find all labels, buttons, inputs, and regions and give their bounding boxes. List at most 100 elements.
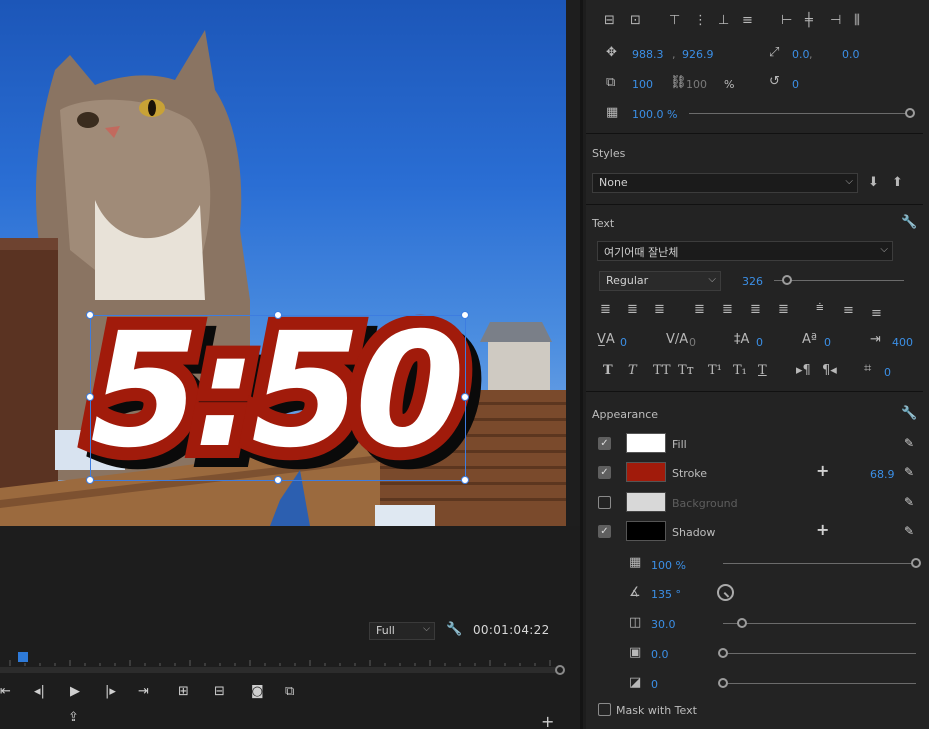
tab-width-value[interactable]: 400 xyxy=(892,336,913,349)
resize-handle-top-right[interactable] xyxy=(461,311,469,319)
align-to-video-icon[interactable]: ⊡ xyxy=(630,14,641,28)
anchor-y-value[interactable]: 0.0 xyxy=(842,48,860,61)
shadow-size-slider[interactable] xyxy=(723,653,916,654)
font-size-value[interactable]: 326 xyxy=(742,275,763,288)
push-style-up-icon[interactable]: ⬆ xyxy=(892,176,903,190)
playhead-timecode[interactable]: 00:01:04:22 xyxy=(473,623,550,637)
font-size-slider[interactable] xyxy=(774,280,904,281)
justify-all-icon[interactable]: ≣ xyxy=(778,303,789,317)
align-to-selection-icon[interactable]: ⊟ xyxy=(604,14,615,28)
align-text-center-icon[interactable]: ≣ xyxy=(627,303,638,317)
background-checkbox[interactable] xyxy=(598,496,611,509)
eyedropper-icon[interactable]: ✎ xyxy=(904,465,914,479)
anchor-x-value[interactable]: 0.0 xyxy=(792,48,810,61)
add-stroke-icon[interactable]: + xyxy=(816,461,829,480)
baseline-shift-value[interactable]: 0 xyxy=(824,336,831,349)
kerning-value[interactable]: 0 xyxy=(620,336,627,349)
faux-bold-icon[interactable]: T xyxy=(603,364,613,378)
font-select[interactable]: 여기어때 잘난체 ⌵ xyxy=(597,241,893,261)
fill-color-swatch[interactable] xyxy=(626,433,666,453)
resize-handle-right[interactable] xyxy=(461,393,469,401)
font-style-select[interactable]: Regular ⌵ xyxy=(599,271,721,291)
settings-wrench-icon[interactable]: 🔧 xyxy=(446,622,462,637)
ltr-text-icon[interactable]: ▸¶ xyxy=(796,364,811,378)
shadow-angle-dial[interactable] xyxy=(717,584,734,601)
shadow-opacity-knob[interactable] xyxy=(911,558,921,568)
stroke-color-swatch[interactable] xyxy=(626,462,666,482)
position-x-value[interactable]: 988.3 xyxy=(632,48,664,61)
position-y-value[interactable]: 926.9 xyxy=(682,48,714,61)
shadow-angle-value[interactable]: 135 ° xyxy=(651,588,681,601)
align-left-icon[interactable]: ⊢ xyxy=(781,14,792,28)
resize-handle-bottom-left[interactable] xyxy=(86,476,94,484)
camera-icon[interactable]: ◙ xyxy=(251,684,264,699)
scrub-end-handle[interactable] xyxy=(555,665,565,675)
step-back-icon[interactable]: ◂| xyxy=(34,684,45,699)
rotation-value[interactable]: 0 xyxy=(792,78,799,91)
eyedropper-icon[interactable]: ✎ xyxy=(904,524,914,538)
opacity-slider-knob[interactable] xyxy=(905,108,915,118)
wrench-icon[interactable]: 🔧 xyxy=(901,407,917,421)
time-ruler[interactable] xyxy=(0,654,566,666)
all-caps-icon[interactable]: TT xyxy=(653,364,671,378)
align-horizontal-center-icon[interactable]: ╪ xyxy=(805,14,813,28)
resize-handle-top-left[interactable] xyxy=(86,311,94,319)
shadow-blur-value[interactable]: 0 xyxy=(651,678,658,691)
shadow-distance-value[interactable]: 30.0 xyxy=(651,618,676,631)
video-frame[interactable]: 5:50 5:50 5:50 xyxy=(0,0,566,526)
scale-width-value[interactable]: 100 xyxy=(686,78,707,91)
small-caps-icon[interactable]: Tт xyxy=(678,364,694,378)
scrub-bar[interactable] xyxy=(0,667,556,673)
styles-select[interactable]: None ⌵ xyxy=(592,173,858,193)
align-text-top-icon[interactable]: ⩧ xyxy=(816,301,824,315)
tsume-value[interactable]: 0 xyxy=(884,366,891,379)
shadow-opacity-slider[interactable] xyxy=(723,563,916,564)
shadow-distance-slider[interactable] xyxy=(723,623,916,624)
resize-handle-bottom[interactable] xyxy=(274,476,282,484)
opacity-slider[interactable] xyxy=(689,113,911,114)
align-text-right-icon[interactable]: ≣ xyxy=(654,303,665,317)
add-shadow-icon[interactable]: + xyxy=(816,520,829,539)
resize-handle-bottom-right[interactable] xyxy=(461,476,469,484)
align-text-middle-icon[interactable]: ≡ xyxy=(843,304,854,318)
panel-divider[interactable] xyxy=(580,0,583,729)
eyedropper-icon[interactable]: ✎ xyxy=(904,436,914,450)
opacity-value[interactable]: 100.0 % xyxy=(632,108,677,121)
shadow-blur-knob[interactable] xyxy=(718,678,728,688)
align-top-icon[interactable]: ⊤ xyxy=(669,14,680,28)
play-icon[interactable]: ▶ xyxy=(70,684,80,699)
shadow-size-value[interactable]: 0.0 xyxy=(651,648,669,661)
zoom-level-select[interactable]: Full ⌵ xyxy=(369,622,435,640)
shadow-opacity-value[interactable]: 100 % xyxy=(651,559,686,572)
subscript-icon[interactable]: T₁ xyxy=(733,364,747,378)
superscript-icon[interactable]: T¹ xyxy=(708,364,722,378)
align-right-icon[interactable]: ⊣ xyxy=(830,14,841,28)
fill-checkbox[interactable]: ✓ xyxy=(598,437,611,450)
font-size-slider-knob[interactable] xyxy=(782,275,792,285)
eyedropper-icon[interactable]: ✎ xyxy=(904,495,914,509)
stroke-checkbox[interactable]: ✓ xyxy=(598,466,611,479)
rtl-text-icon[interactable]: ¶◂ xyxy=(822,364,837,378)
text-selection-box[interactable] xyxy=(86,311,469,484)
add-button-icon[interactable]: + xyxy=(541,712,554,729)
leading-value[interactable]: 0 xyxy=(756,336,763,349)
align-vertical-center-icon[interactable]: ⋮ xyxy=(694,14,707,28)
faux-italic-icon[interactable]: T xyxy=(628,364,637,378)
distribute-horizontal-icon[interactable]: ⫼ xyxy=(854,14,860,28)
extract-icon[interactable]: ⊟ xyxy=(214,684,225,699)
shadow-size-knob[interactable] xyxy=(718,648,728,658)
go-to-out-icon[interactable]: ⇥ xyxy=(138,684,149,699)
align-text-left-icon[interactable]: ≣ xyxy=(600,303,611,317)
justify-last-left-icon[interactable]: ≣ xyxy=(694,303,705,317)
link-icon[interactable]: ⛓ xyxy=(670,76,687,90)
export-frame-icon[interactable]: ⇪ xyxy=(68,710,79,725)
shadow-color-swatch[interactable] xyxy=(626,521,666,541)
tracking-value[interactable]: 0 xyxy=(689,336,696,349)
shadow-distance-knob[interactable] xyxy=(737,618,748,628)
go-to-in-icon[interactable]: ⇤ xyxy=(0,684,11,699)
push-style-down-icon[interactable]: ⬇ xyxy=(868,176,879,190)
background-color-swatch[interactable] xyxy=(626,492,666,512)
underline-icon[interactable]: T xyxy=(758,364,767,378)
distribute-vertical-icon[interactable]: ≡ xyxy=(742,14,753,28)
wrench-icon[interactable]: 🔧 xyxy=(901,216,917,230)
